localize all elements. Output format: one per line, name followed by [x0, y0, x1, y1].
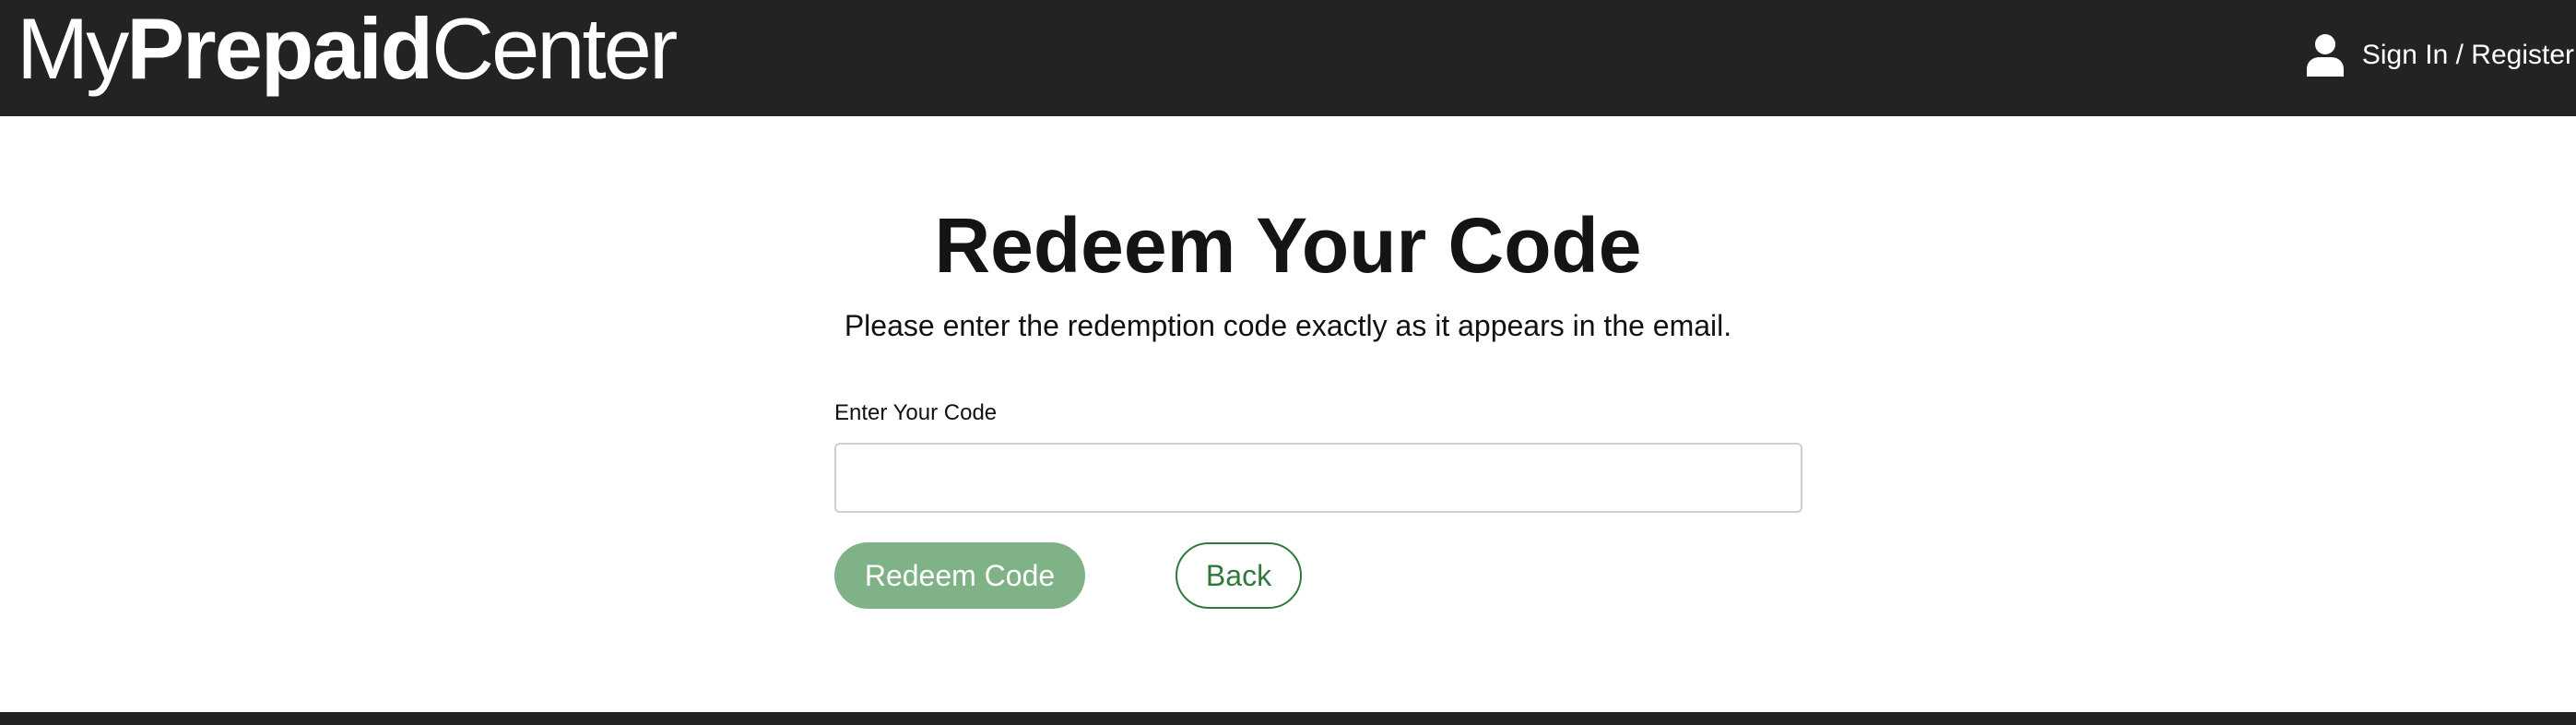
page-subtitle: Please enter the redemption code exactly… — [844, 309, 1732, 342]
redeem-code-form: Enter Your Code Redeem Code Back — [834, 400, 1802, 609]
form-actions: Redeem Code Back — [834, 542, 1302, 609]
back-button[interactable]: Back — [1176, 542, 1302, 609]
footer-bar — [0, 712, 2576, 725]
page: My Prepaid Center Sign In / Register Redee… — [0, 0, 2576, 725]
redeem-code-button[interactable]: Redeem Code — [834, 542, 1085, 609]
main-content: Redeem Your Code Please enter the redemp… — [0, 116, 2576, 712]
user-icon — [2306, 34, 2344, 77]
sign-in-register-label: Sign In / Register — [2361, 40, 2574, 70]
redemption-code-input[interactable] — [834, 443, 1802, 513]
logo-text-center: Center — [431, 0, 678, 97]
logo-text-prepaid: Prepaid — [126, 0, 433, 97]
page-title: Redeem Your Code — [934, 202, 1642, 289]
sign-in-register-link[interactable]: Sign In / Register — [2306, 28, 2574, 83]
code-field-label: Enter Your Code — [834, 400, 998, 425]
logo-text-my: My — [17, 0, 129, 97]
top-header: My Prepaid Center Sign In / Register — [0, 0, 2576, 116]
site-logo[interactable]: My Prepaid Center — [17, 0, 678, 98]
